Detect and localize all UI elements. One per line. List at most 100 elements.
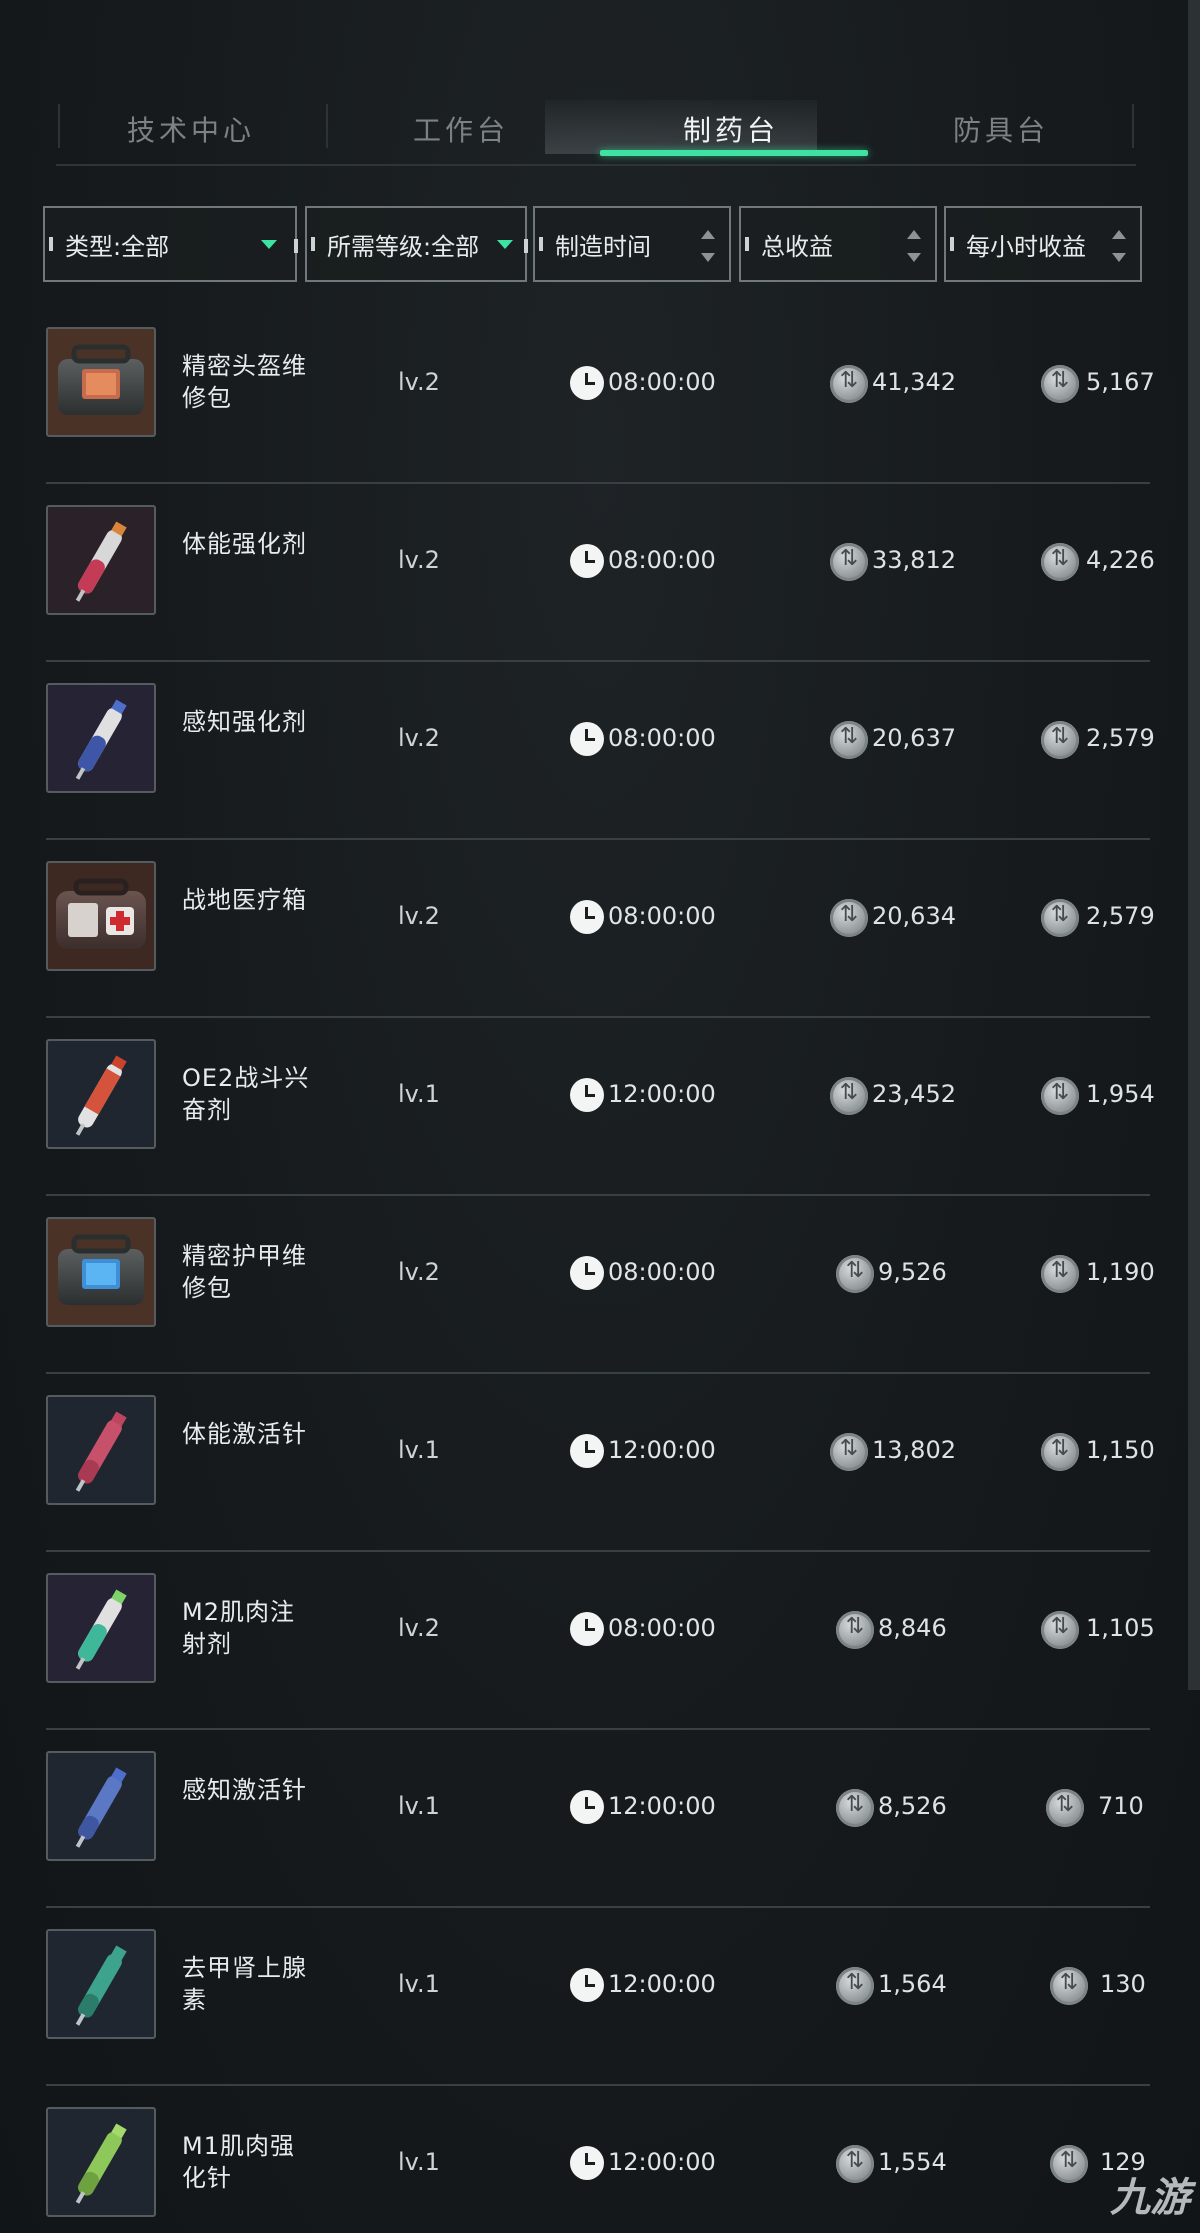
tab-armor-bench[interactable]: 防具台 [866, 94, 1136, 164]
required-level: lv.1 [398, 1080, 440, 1108]
coin-icon [830, 1077, 868, 1115]
hourly-profit: 5,167 [1086, 368, 1155, 396]
required-level: lv.1 [398, 1436, 440, 1464]
clock-icon [570, 2146, 604, 2180]
total-profit: 8,526 [878, 1792, 947, 1820]
type-filter-dropdown[interactable]: 类型:全部 [43, 206, 298, 282]
sort-icon [907, 230, 921, 262]
required-level: lv.2 [398, 368, 440, 396]
required-level: lv.2 [398, 1614, 440, 1642]
craft-time: 12:00:00 [608, 1792, 716, 1820]
tabs-divider [56, 164, 1136, 166]
total-profit-sort-button[interactable]: 总收益 [739, 206, 937, 282]
syringe-icon [46, 2107, 156, 2217]
level-filter-dropdown[interactable]: 所需等级:全部 [305, 206, 528, 282]
item-name: M1肌肉强化针 [182, 2132, 295, 2192]
craft-time: 08:00:00 [608, 1614, 716, 1642]
recipe-row[interactable]: 感知激活针 lv.1 12:00:00 8,526 710 [46, 1730, 1150, 1908]
craft-time: 08:00:00 [608, 1258, 716, 1286]
filter-edge-mark [950, 237, 954, 251]
hourly-profit: 1,190 [1086, 1258, 1155, 1286]
coin-icon [836, 2145, 874, 2183]
craft-time: 12:00:00 [608, 1436, 716, 1464]
coin-icon [830, 1433, 868, 1471]
filter-edge-mark [311, 237, 315, 251]
recipe-row[interactable]: 战地医疗箱 lv.2 08:00:00 20,634 2,579 [46, 840, 1155, 1018]
coin-icon [1041, 365, 1079, 403]
craft-time: 12:00:00 [608, 1080, 716, 1108]
hourly-profit: 4,226 [1086, 546, 1155, 574]
required-level: lv.2 [398, 546, 440, 574]
total-profit: 1,564 [878, 1970, 947, 1998]
clock-icon [570, 1612, 604, 1646]
filter-edge-mark [524, 239, 528, 253]
time-sort-label: 制造时间 [555, 232, 651, 261]
level-filter-label: 所需等级:全部 [327, 232, 480, 261]
coin-icon [1041, 543, 1079, 581]
recipe-row[interactable]: M2肌肉注射剂 lv.2 08:00:00 8,846 1,105 [46, 1552, 1155, 1730]
total-profit-sort-label: 总收益 [761, 232, 833, 261]
syringe-icon [46, 1751, 156, 1861]
coin-icon [836, 1255, 874, 1293]
recipe-row[interactable]: M1肌肉强化针 lv.1 12:00:00 1,554 129 [46, 2086, 1150, 2233]
total-profit: 41,342 [872, 368, 956, 396]
clock-icon [570, 1790, 604, 1824]
clock-icon [570, 544, 604, 578]
coin-icon [836, 1611, 874, 1649]
required-level: lv.1 [398, 2148, 440, 2176]
tab-tech-center[interactable]: 技术中心 [56, 94, 326, 164]
craft-time: 12:00:00 [608, 2148, 716, 2176]
recipe-row[interactable]: 体能强化剂 lv.2 08:00:00 33,812 4,226 [46, 484, 1155, 662]
recipe-row[interactable]: 体能激活针 lv.1 12:00:00 13,802 1,150 [46, 1374, 1155, 1552]
item-name: 战地医疗箱 [182, 886, 307, 914]
clock-icon [570, 1078, 604, 1112]
coin-icon [1050, 2145, 1088, 2183]
syringe-icon [46, 1395, 156, 1505]
total-profit: 1,554 [878, 2148, 947, 2176]
required-level: lv.1 [398, 1970, 440, 1998]
tab-workbench[interactable]: 工作台 [326, 94, 596, 164]
filter-edge-mark [294, 239, 298, 253]
coin-icon [836, 1967, 874, 2005]
recipe-row[interactable]: 精密护甲维修包 lv.2 08:00:00 9,526 1,190 [46, 1196, 1155, 1374]
recipe-row[interactable]: 精密头盔维修包 lv.2 08:00:00 41,342 5,167 [46, 306, 1155, 484]
clock-icon [570, 366, 604, 400]
active-tab-underline [600, 150, 868, 156]
coin-icon [1041, 1433, 1079, 1471]
total-profit: 8,846 [878, 1614, 947, 1642]
coin-icon [1041, 721, 1079, 759]
time-sort-button[interactable]: 制造时间 [533, 206, 731, 282]
clock-icon [570, 900, 604, 934]
coin-icon [836, 1789, 874, 1827]
scrollbar[interactable] [1188, 0, 1200, 1690]
coin-icon [1041, 1255, 1079, 1293]
recipe-row[interactable]: 去甲肾上腺素 lv.1 12:00:00 1,564 130 [46, 1908, 1150, 2086]
hourly-profit: 1,150 [1086, 1436, 1155, 1464]
chevron-down-icon [497, 240, 513, 249]
clock-icon [570, 1256, 604, 1290]
hourly-profit-sort-button[interactable]: 每小时收益 [944, 206, 1142, 282]
total-profit: 23,452 [872, 1080, 956, 1108]
item-name: OE2战斗兴奋剂 [182, 1064, 310, 1124]
item-name: 感知激活针 [182, 1776, 307, 1804]
craft-time: 08:00:00 [608, 902, 716, 930]
total-profit: 9,526 [878, 1258, 947, 1286]
syringe-icon [46, 1573, 156, 1683]
hourly-profit: 2,579 [1086, 724, 1155, 752]
required-level: lv.2 [398, 1258, 440, 1286]
hourly-profit: 1,105 [1086, 1614, 1155, 1642]
coin-icon [830, 721, 868, 759]
hourly-profit: 710 [1098, 1792, 1144, 1820]
recipe-row[interactable]: 感知强化剂 lv.2 08:00:00 20,637 2,579 [46, 662, 1155, 840]
repair-kit-icon [46, 327, 156, 437]
total-profit: 13,802 [872, 1436, 956, 1464]
recipe-row[interactable]: OE2战斗兴奋剂 lv.1 12:00:00 23,452 1,954 [46, 1018, 1155, 1196]
coin-icon [1041, 1611, 1079, 1649]
total-profit: 33,812 [872, 546, 956, 574]
chevron-down-icon [261, 240, 277, 249]
item-name: 精密护甲维修包 [182, 1242, 307, 1302]
coin-icon [1046, 1789, 1084, 1827]
item-name: 去甲肾上腺素 [182, 1954, 307, 2014]
craft-time: 08:00:00 [608, 724, 716, 752]
clock-icon [570, 1434, 604, 1468]
